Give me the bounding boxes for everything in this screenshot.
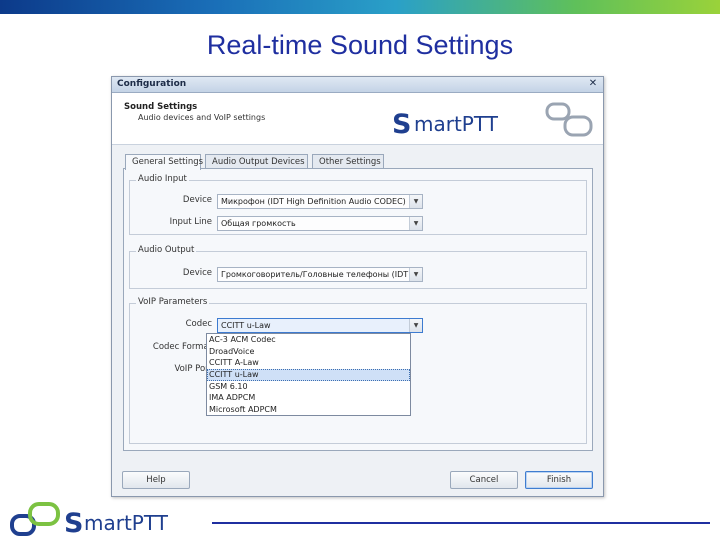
- chevron-down-icon[interactable]: ▼: [409, 217, 422, 230]
- cancel-button[interactable]: Cancel: [450, 471, 518, 489]
- audio-output-label: Audio Output: [136, 245, 197, 255]
- audio-input-label: Audio Input: [136, 174, 189, 184]
- chevron-down-icon[interactable]: ▼: [409, 319, 422, 332]
- tab-general-settings[interactable]: General Settings: [125, 154, 203, 170]
- window-title: Configuration: [117, 79, 187, 89]
- footer-logo-text: martPTT: [84, 511, 169, 535]
- list-item[interactable]: GSM 6.10: [207, 381, 410, 393]
- configuration-window: Configuration ✕ Sound Settings Audio dev…: [111, 76, 604, 497]
- logo-text: martPTT: [414, 112, 499, 136]
- finish-button[interactable]: Finish: [525, 471, 593, 489]
- top-gradient-strip: [0, 0, 720, 14]
- codec-select[interactable]: CCITT u-Law ▼: [217, 318, 423, 333]
- smartptt-logo-icon: S martPTT: [392, 102, 593, 140]
- header-heading: Sound Settings: [124, 102, 198, 112]
- audio-input-device-label: Device: [182, 195, 212, 205]
- audio-input-device-select[interactable]: Микрофон (IDT High Definition Audio CODE…: [217, 194, 423, 209]
- tab-audio-output-devices[interactable]: Audio Output Devices: [205, 154, 308, 169]
- voip-parameters-label: VoIP Parameters: [136, 297, 210, 307]
- audio-output-device-value: Громкоговоритель/Головные телефоны (IDT …: [221, 270, 423, 279]
- list-item[interactable]: Microsoft ADPCM: [207, 404, 410, 416]
- list-item[interactable]: AC-3 ACM Codec: [207, 334, 410, 346]
- header-subheading: Audio devices and VoIP settings: [138, 113, 266, 122]
- dialog-header: Sound Settings Audio devices and VoIP se…: [112, 93, 603, 145]
- footer-divider: [212, 522, 710, 524]
- list-item[interactable]: CCITT A-Law: [207, 357, 410, 369]
- chevron-down-icon[interactable]: ▼: [409, 195, 422, 208]
- help-button[interactable]: Help: [122, 471, 190, 489]
- codec-format-label: Codec Format: [152, 342, 212, 352]
- input-line-value: Общая громкость: [221, 219, 296, 228]
- list-item[interactable]: DroadVoice: [207, 346, 410, 358]
- audio-input-device-value: Микрофон (IDT High Definition Audio CODE…: [221, 197, 406, 206]
- window-titlebar: Configuration ✕: [112, 77, 603, 93]
- list-item[interactable]: CCITT u-Law: [207, 369, 410, 381]
- page-title: Real-time Sound Settings: [206, 30, 514, 60]
- codec-dropdown-list: AC-3 ACM Codec DroadVoice CCITT A-Law CC…: [206, 333, 411, 416]
- tab-other-settings[interactable]: Other Settings: [312, 154, 384, 169]
- input-line-select[interactable]: Общая громкость ▼: [217, 216, 423, 231]
- input-line-label: Input Line: [169, 217, 212, 227]
- footer-logo-s: S: [64, 508, 83, 539]
- audio-output-device-select[interactable]: Громкоговоритель/Головные телефоны (IDT …: [217, 267, 423, 282]
- list-item[interactable]: IMA ADPCM: [207, 392, 410, 404]
- smartptt-logo-icon: S martPTT: [10, 502, 169, 539]
- codec-value: CCITT u-Law: [221, 321, 271, 330]
- logo-s-letter: S: [392, 109, 411, 140]
- audio-output-device-label: Device: [182, 268, 212, 278]
- codec-label: Codec: [185, 319, 212, 329]
- close-icon[interactable]: ✕: [587, 78, 599, 90]
- chevron-down-icon[interactable]: ▼: [409, 268, 422, 281]
- voip-port-label: VoIP Port: [174, 364, 212, 374]
